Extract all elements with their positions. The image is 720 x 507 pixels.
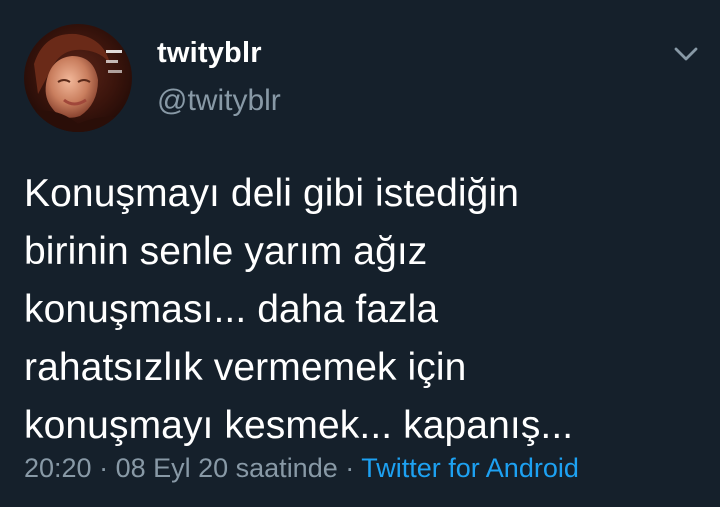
tweet-source-link[interactable]: Twitter for Android <box>361 453 579 483</box>
user-handle[interactable]: @twityblr <box>157 84 281 118</box>
tweet-metadata: 20:20 · 08 Eyl 20 saatinde · Twitter for… <box>24 453 579 484</box>
meta-separator: · <box>91 453 116 483</box>
tweet-card: twityblr @twityblr Konuşmayı deli gibi i… <box>0 0 720 507</box>
tweet-line: Konuşmayı deli gibi istediğin <box>24 172 520 215</box>
tweet-line: konuşmayı kesmek... kapanış... <box>24 404 574 447</box>
tweet-line: rahatsızlık vermemek için <box>24 346 467 389</box>
tweet-line: birinin senle yarım ağız <box>24 230 428 273</box>
meta-separator: · <box>337 453 362 483</box>
chevron-down-icon[interactable] <box>672 40 700 68</box>
tweet-time[interactable]: 20:20 <box>24 453 92 483</box>
display-name[interactable]: twityblr <box>157 37 262 70</box>
tweet-text: Konuşmayı deli gibi istediğin birinin se… <box>24 165 704 455</box>
tweet-line: konuşması... daha fazla <box>24 288 439 331</box>
tweet-date[interactable]: 08 Eyl 20 saatinde <box>116 453 338 483</box>
avatar[interactable] <box>24 24 132 132</box>
avatar-photo <box>24 24 132 132</box>
